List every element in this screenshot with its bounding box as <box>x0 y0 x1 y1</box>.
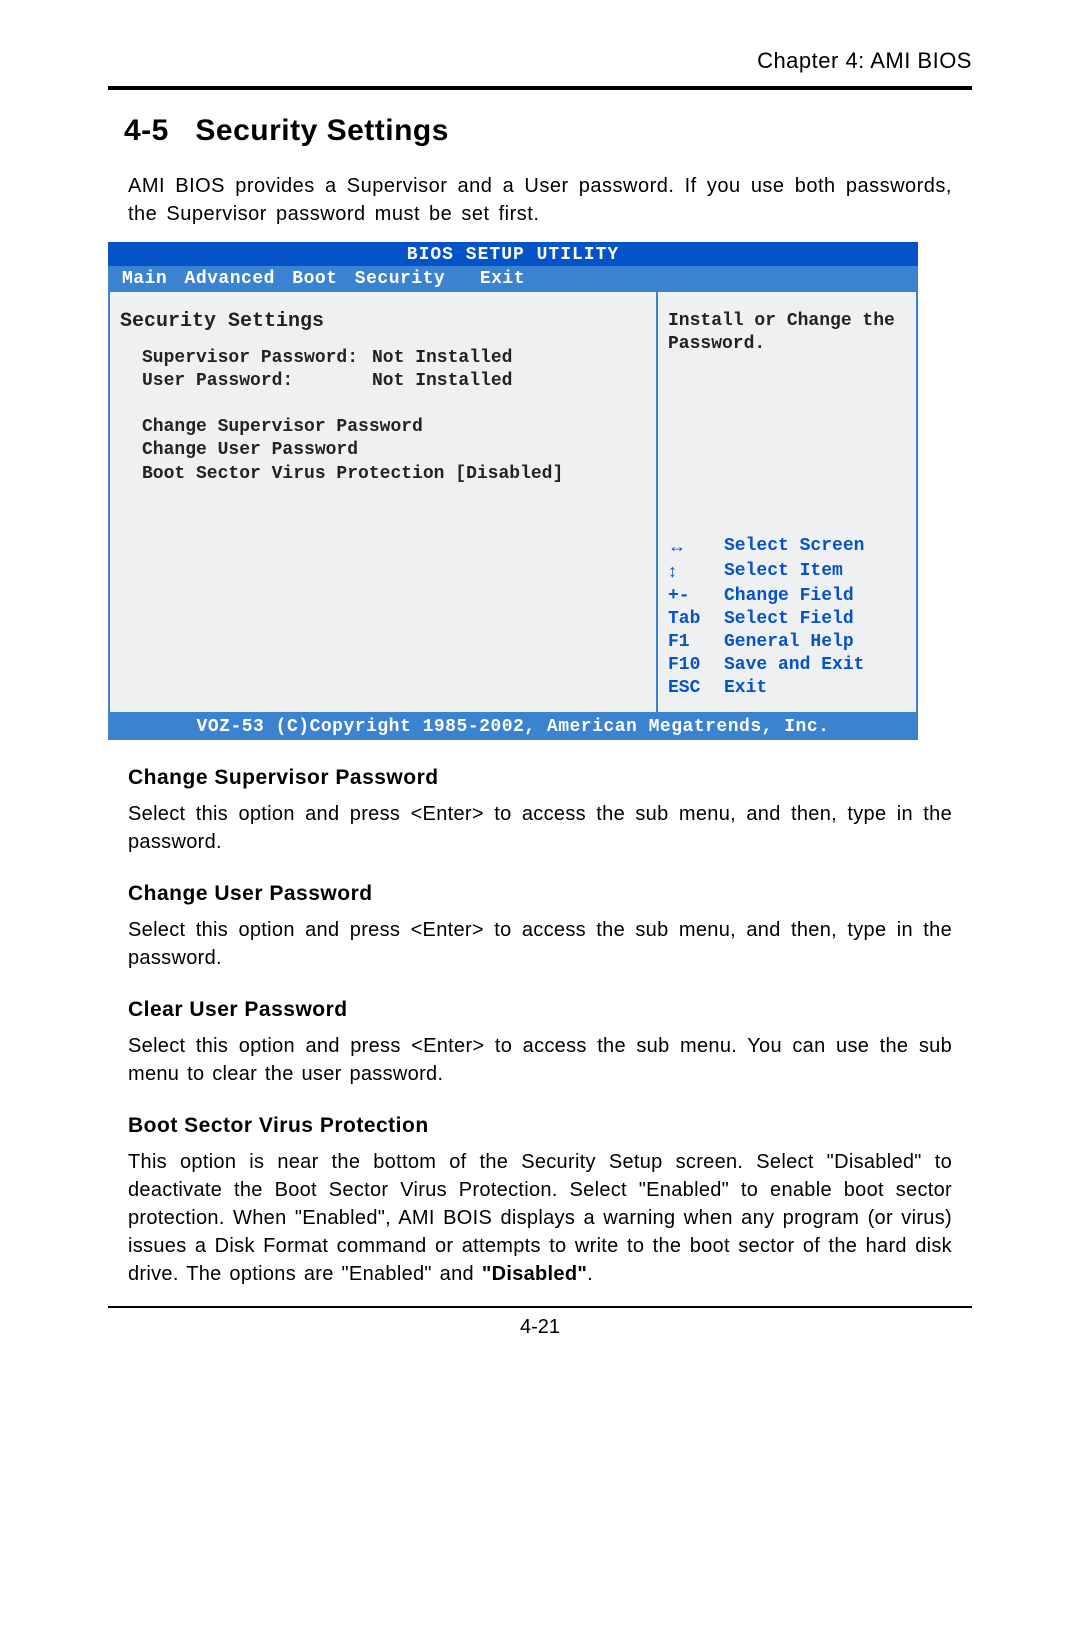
bios-tab-boot[interactable]: Boot <box>292 269 337 289</box>
nav-exit: Exit <box>724 677 767 700</box>
footer-rule <box>108 1306 972 1308</box>
nav-key-change-field: +- <box>668 585 724 608</box>
section-number: 4-5 <box>124 114 169 147</box>
user-password-label: User Password: <box>142 370 372 393</box>
bios-menu-bar: Main Advanced Boot Security Exit <box>108 266 918 292</box>
supervisor-password-row: Supervisor Password: Not Installed <box>142 347 644 370</box>
section-title: 4-5 Security Settings <box>124 114 972 148</box>
boot-sector-label: Boot Sector Virus Protection <box>142 464 444 484</box>
user-password-value: Not Installed <box>372 370 512 393</box>
nav-key-help: F1 <box>668 631 724 654</box>
bios-right-panel: Install or Change the Password. ↔ Select … <box>658 292 916 712</box>
supervisor-password-label: Supervisor Password: <box>142 347 372 370</box>
nav-key-save: F10 <box>668 654 724 677</box>
bios-title-bar: BIOS SETUP UTILITY <box>108 242 918 266</box>
chapter-header: Chapter 4: AMI BIOS <box>108 48 972 82</box>
menu-item-boot-sector[interactable]: Boot Sector Virus Protection [Disabled] <box>142 463 644 486</box>
arrow-up-down-icon: ↕ <box>668 561 677 581</box>
bios-nav-keys: ↔ Select Screen ↕ Select Item +-Change Fie… <box>668 535 906 700</box>
arrow-left-right-icon: ↔ <box>668 536 686 556</box>
header-rule <box>108 86 972 90</box>
nav-select-item: Select Item <box>724 560 843 585</box>
bios-tab-main[interactable]: Main <box>122 269 167 289</box>
nav-select-field: Select Field <box>724 608 854 631</box>
page-number: 4-21 <box>108 1316 972 1339</box>
bios-tab-advanced[interactable]: Advanced <box>185 269 275 289</box>
boot-sector-value: [Disabled] <box>455 464 563 484</box>
nav-key-select-field: Tab <box>668 608 724 631</box>
body-boot-sector-post: . <box>587 1263 593 1285</box>
section-name: Security Settings <box>195 114 449 147</box>
intro-paragraph: AMI BIOS provides a Supervisor and a Use… <box>128 172 952 228</box>
body-change-supervisor: Select this option and press <Enter> to … <box>128 800 952 856</box>
body-change-user: Select this option and press <Enter> to … <box>128 916 952 972</box>
subhead-change-supervisor: Change Supervisor Password <box>128 766 952 790</box>
nav-select-screen: Select Screen <box>724 535 864 560</box>
supervisor-password-value: Not Installed <box>372 347 512 370</box>
nav-save-exit: Save and Exit <box>724 654 864 677</box>
body-boot-sector-bold: "Disabled" <box>482 1263 587 1285</box>
user-password-row: User Password: Not Installed <box>142 370 644 393</box>
nav-change-field: Change Field <box>724 585 854 608</box>
body-clear-user: Select this option and press <Enter> to … <box>128 1032 952 1088</box>
bios-tab-security[interactable]: Security <box>355 269 445 289</box>
bios-panel-heading: Security Settings <box>120 310 644 333</box>
menu-item-change-supervisor[interactable]: Change Supervisor Password <box>142 416 644 439</box>
subhead-clear-user: Clear User Password <box>128 998 952 1022</box>
bios-footer: VOZ-53 (C)Copyright 1985-2002, American … <box>108 714 918 740</box>
body-boot-sector: This option is near the bottom of the Se… <box>128 1148 952 1288</box>
bios-left-panel: Security Settings Supervisor Password: N… <box>110 292 658 712</box>
nav-key-exit: ESC <box>668 677 724 700</box>
bios-setup-utility: BIOS SETUP UTILITY Main Advanced Boot Se… <box>108 242 918 740</box>
bios-tab-exit[interactable]: Exit <box>480 269 525 289</box>
subhead-boot-sector: Boot Sector Virus Protection <box>128 1114 952 1138</box>
bios-help-text: Install or Change the Password. <box>668 310 906 357</box>
nav-general-help: General Help <box>724 631 854 654</box>
subhead-change-user: Change User Password <box>128 882 952 906</box>
menu-item-change-user[interactable]: Change User Password <box>142 439 644 462</box>
